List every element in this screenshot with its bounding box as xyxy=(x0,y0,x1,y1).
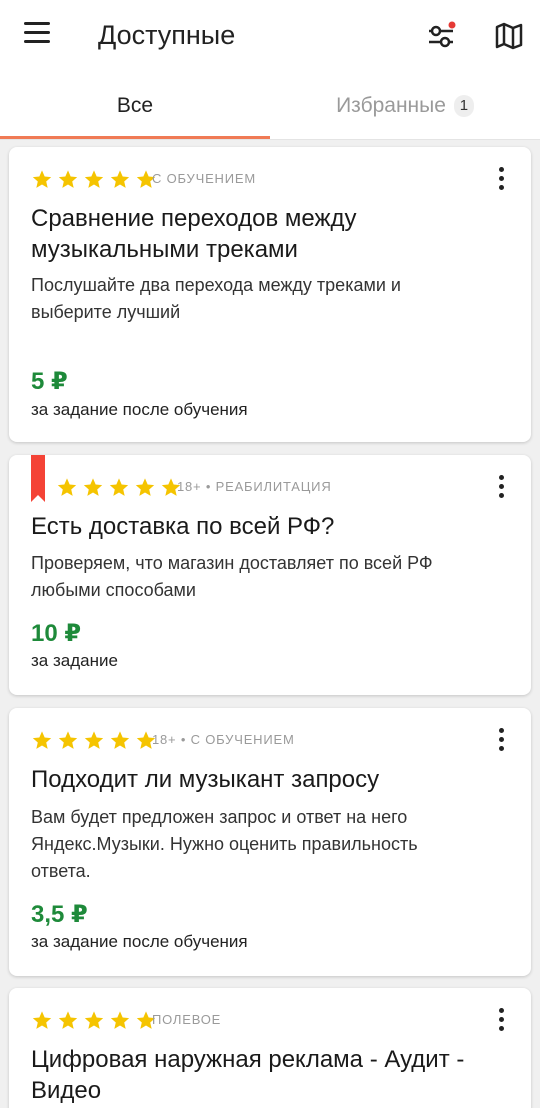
star-icon xyxy=(110,1011,130,1029)
more-options-icon[interactable] xyxy=(491,1008,511,1036)
task-title: Сравнение переходов между музыкальными т… xyxy=(31,205,357,263)
star-icon xyxy=(32,170,52,188)
star-icon xyxy=(32,731,52,749)
rating-stars xyxy=(56,477,186,499)
price-note: за задание после обучения xyxy=(31,400,248,419)
more-options-icon[interactable] xyxy=(491,728,511,756)
star-icon xyxy=(84,1011,104,1029)
price-note: за задание xyxy=(31,651,118,670)
task-price: 10 ₽ xyxy=(31,620,82,647)
rating-stars xyxy=(31,1010,161,1032)
star-icon xyxy=(84,731,104,749)
star-icon xyxy=(58,731,78,749)
more-options-icon[interactable] xyxy=(491,475,511,503)
filter-indicator-dot xyxy=(448,21,456,29)
star-icon xyxy=(110,170,130,188)
active-tab-indicator xyxy=(0,136,270,139)
star-icon xyxy=(110,731,130,749)
star-icon xyxy=(32,1011,52,1029)
rating-stars xyxy=(31,730,161,752)
task-card[interactable]: 18+ • С ОБУЧЕНИЕМ Подходит ли музыкант з… xyxy=(9,708,531,976)
star-icon xyxy=(58,1011,78,1029)
task-title: Подходит ли музыкант запросу xyxy=(31,766,380,793)
menu-icon[interactable] xyxy=(24,22,52,50)
task-description: Послушайте два перехода между треками и … xyxy=(31,275,401,322)
star-icon xyxy=(109,478,129,496)
task-price: 3,5 ₽ xyxy=(31,901,88,928)
task-card[interactable]: ПОЛЕВОЕ Цифровая наружная реклама - Ауди… xyxy=(9,988,531,1108)
star-icon xyxy=(58,170,78,188)
bookmark-icon xyxy=(31,455,45,502)
task-title: Есть доставка по всей РФ? xyxy=(31,513,335,540)
tab-all-label: Все xyxy=(116,94,154,117)
favorites-count-badge: 1 xyxy=(453,95,474,117)
tab-favorites[interactable]: Избранные 1 xyxy=(270,72,540,140)
star-icon xyxy=(84,170,104,188)
tab-all[interactable]: Все xyxy=(0,72,270,140)
tab-bar: Все Избранные 1 xyxy=(0,72,540,140)
task-description: Вам будет предложен запрос и ответ на не… xyxy=(31,807,418,881)
star-icon xyxy=(83,478,103,496)
star-icon xyxy=(57,478,77,496)
task-tags: С ОБУЧЕНИЕМ xyxy=(152,171,256,186)
page-title: Доступные xyxy=(98,20,236,50)
task-title: Цифровая наружная реклама - Аудит - Виде… xyxy=(31,1046,465,1104)
task-description: Проверяем, что магазин доставляет по все… xyxy=(31,553,433,600)
price-note: за задание после обучения xyxy=(31,932,248,951)
task-tags: 18+ • С ОБУЧЕНИЕМ xyxy=(152,732,295,747)
task-price: 5 ₽ xyxy=(31,368,68,395)
filter-icon[interactable] xyxy=(425,20,457,52)
map-icon[interactable] xyxy=(493,20,525,52)
top-app-bar: Доступные xyxy=(0,0,540,72)
star-icon xyxy=(135,478,155,496)
task-card[interactable]: С ОБУЧЕНИЕМ Сравнение переходов между му… xyxy=(9,147,531,442)
rating-stars xyxy=(31,169,161,191)
task-card[interactable]: 18+ • РЕАБИЛИТАЦИЯ Есть доставка по всей… xyxy=(9,455,531,695)
task-tags: 18+ • РЕАБИЛИТАЦИЯ xyxy=(177,479,332,494)
more-options-icon[interactable] xyxy=(491,167,511,195)
task-tags: ПОЛЕВОЕ xyxy=(152,1012,222,1027)
tab-favorites-label: Избранные xyxy=(336,94,446,117)
